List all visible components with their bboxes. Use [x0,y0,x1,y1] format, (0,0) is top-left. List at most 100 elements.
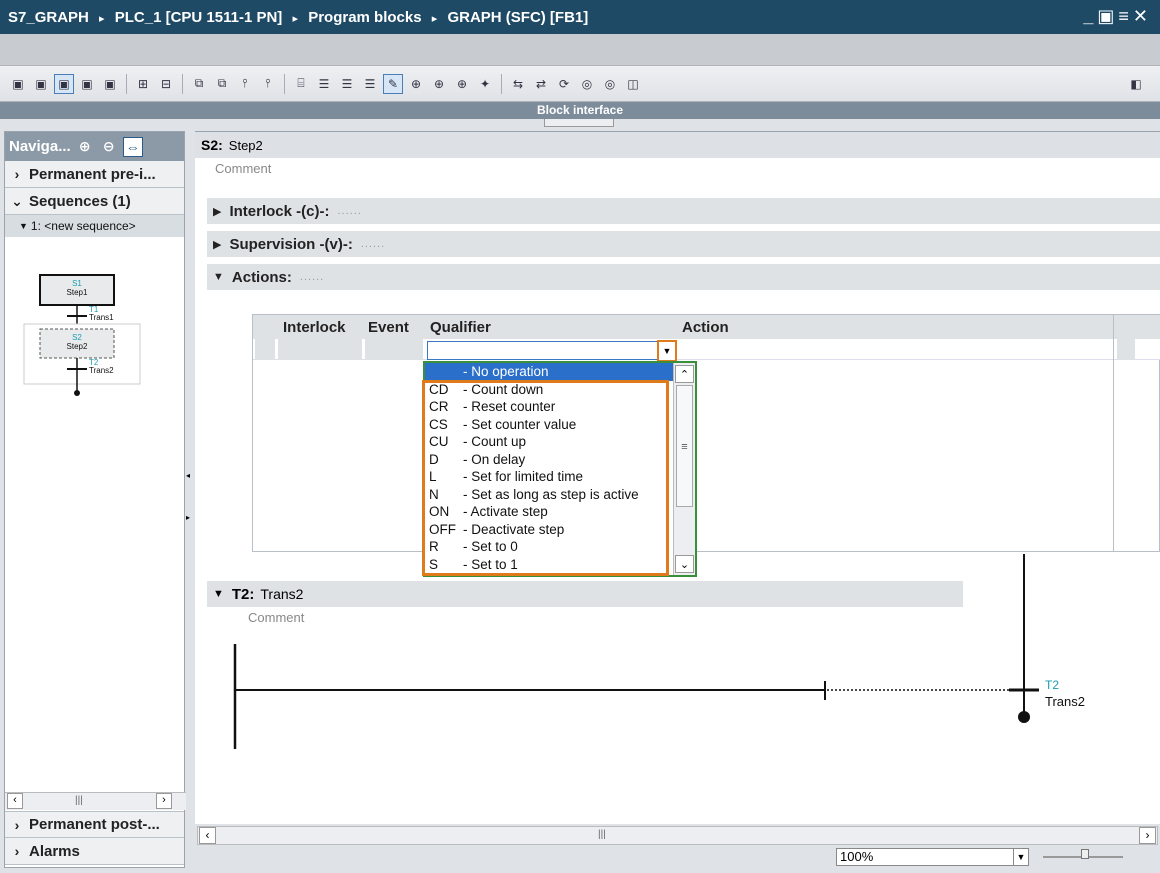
qualifier-option[interactable]: CD - Count down [425,381,695,399]
nav-sequence-item[interactable]: ▼ 1: <new sequence> [5,215,184,237]
step-name[interactable]: Step2 [229,138,263,153]
scroll-left-icon[interactable]: ‹ [7,793,23,809]
fit-width-icon[interactable]: ⇔ [122,136,143,157]
zoom-out-icon[interactable]: ⊖ [99,137,119,157]
block-interface-bar[interactable]: Block interface [0,102,1160,119]
scroll-thumb-icon[interactable]: ||| [598,829,606,840]
qualifier-option[interactable]: CU - Count up [425,433,695,451]
list-icon[interactable]: ☰ [314,74,334,94]
qualifier-option[interactable]: - No operation [425,363,673,381]
comment-icon[interactable]: ✎ [383,73,403,94]
step-icon[interactable]: ⧉ [189,74,209,94]
qualifier-option[interactable]: OFF - Deactivate step [425,521,695,539]
nav-horizontal-scrollbar[interactable]: ‹ ||| › [5,792,186,810]
close-icon[interactable]: ✕ [1133,6,1152,26]
scroll-left-icon[interactable]: ‹ [199,827,216,844]
qualifier-input[interactable] [427,341,659,360]
qualifier-option[interactable]: N - Set as long as step is active [425,486,695,504]
view-icon[interactable]: ▣ [77,74,97,94]
header-qualifier[interactable]: Qualifier [430,319,491,336]
collapse-left-icon[interactable]: ◂ [186,471,190,480]
row-selector[interactable] [255,339,275,360]
header-interlock[interactable]: Interlock [283,319,346,336]
breadcrumb-project[interactable]: S7_GRAPH [8,9,89,26]
step-comment[interactable]: Comment [215,161,271,176]
header-action[interactable]: Action [682,319,729,336]
qualifier-option[interactable]: R - Set to 0 [425,538,695,556]
zoom-slider[interactable] [1043,849,1123,859]
scroll-up-icon[interactable]: ⌃ [675,365,694,383]
network-icon[interactable]: ⊕ [429,74,449,94]
monitor-icon[interactable]: ◎ [577,74,597,94]
link-icon[interactable]: ⇆ [508,74,528,94]
qualifier-option[interactable]: S - Set to 1 [425,556,695,574]
nav-sequences[interactable]: ⌄ Sequences (1) [5,188,184,215]
interlock-cell[interactable] [278,339,362,360]
pane-splitter[interactable]: ◂ ▸ [186,131,194,868]
zoom-level-input[interactable]: 100% [836,848,1029,866]
toolbar-separator [284,73,285,94]
network-icon[interactable]: ⊕ [452,74,472,94]
scroll-right-icon[interactable]: › [156,793,172,809]
interlock-section[interactable]: ▶ Interlock -(c)-: ...... [207,198,1160,224]
header-event[interactable]: Event [368,319,409,336]
list-icon[interactable]: ☰ [337,74,357,94]
scroll-thumb[interactable]: ≡ [676,385,693,507]
scroll-down-icon[interactable]: ⌄ [675,555,694,573]
editor-horizontal-scrollbar[interactable]: ‹ ||| › [197,826,1158,845]
layout-icon[interactable]: ◧ [1126,74,1146,94]
split-icon[interactable]: ◫ [623,74,643,94]
transition-section[interactable]: ▼ T2: Trans2 [207,581,963,607]
nav-alarms[interactable]: › Alarms [5,838,184,865]
unlink-icon[interactable]: ⇄ [531,74,551,94]
transition-icon[interactable]: ⫯ [235,74,255,94]
scroll-thumb-icon[interactable]: ||| [75,795,83,806]
branch-icon[interactable]: ⌸ [291,74,311,94]
qualifier-option[interactable]: CR - Reset counter [425,398,695,416]
event-cell[interactable] [365,339,423,360]
nav-permanent-pre[interactable]: › Permanent pre-i... [5,161,184,188]
dropdown-scrollbar[interactable]: ⌃ ≡ ⌄ [673,363,695,575]
zoom-dropdown-icon[interactable]: ▼ [1013,848,1029,866]
slider-thumb-icon[interactable] [1081,849,1089,859]
supervision-section[interactable]: ▶ Supervision -(v)-: ...... [207,231,1160,257]
view-active-icon[interactable]: ▣ [54,73,74,94]
interface-splitter[interactable] [0,119,1160,129]
transition-comment[interactable]: Comment [248,610,304,625]
monitor-icon[interactable]: ◎ [600,74,620,94]
transition-icon[interactable]: ⫯ [258,74,278,94]
triangle-down-icon: ▼ [19,221,28,231]
network-icon[interactable]: ⊕ [406,74,426,94]
breadcrumb-program-blocks[interactable]: Program blocks [308,9,421,26]
zoom-in-icon[interactable]: ⊕ [75,137,95,157]
remove-icon[interactable]: ⊟ [156,74,176,94]
nav-permanent-post[interactable]: › Permanent post-... [5,811,184,838]
sync-icon[interactable]: ⟳ [554,74,574,94]
restore-icon[interactable]: ▣ [1097,6,1118,26]
view-icon[interactable]: ▣ [31,74,51,94]
qualifier-dropdown[interactable]: - No operation CD - Count down CR - Reset co… [422,361,697,577]
qualifier-option[interactable]: CS - Set counter value [425,416,695,434]
breadcrumb-block[interactable]: GRAPH (SFC) [FB1] [447,9,588,26]
navigation-icon[interactable]: ✦ [475,74,495,94]
option-code: R [429,539,439,555]
transition-diagram-name[interactable]: Trans2 [1045,694,1085,709]
actions-section[interactable]: ▼ Actions: ...... [207,264,1160,290]
float-icon[interactable]: ≡ [1118,6,1133,26]
collapse-right-icon[interactable]: ▸ [186,513,190,522]
qualifier-option[interactable]: D - On delay [425,451,695,469]
transition-name[interactable]: Trans2 [260,586,303,602]
view-icon[interactable]: ▣ [100,74,120,94]
breadcrumb-plc[interactable]: PLC_1 [CPU 1511-1 PN] [115,9,283,26]
qualifier-option[interactable]: ON - Activate step [425,503,695,521]
option-code: L [429,469,437,485]
insert-icon[interactable]: ⊞ [133,74,153,94]
qualifier-option[interactable]: L - Set for limited time [425,468,695,486]
scroll-right-icon[interactable]: › [1139,827,1156,844]
qualifier-dropdown-button[interactable]: ▼ [657,340,677,362]
minimize-icon[interactable]: _ [1083,6,1097,26]
chevron-down-icon: ⌄ [11,192,23,209]
view-icon[interactable]: ▣ [8,74,28,94]
list-icon[interactable]: ☰ [360,74,380,94]
step-icon[interactable]: ⧉ [212,74,232,94]
